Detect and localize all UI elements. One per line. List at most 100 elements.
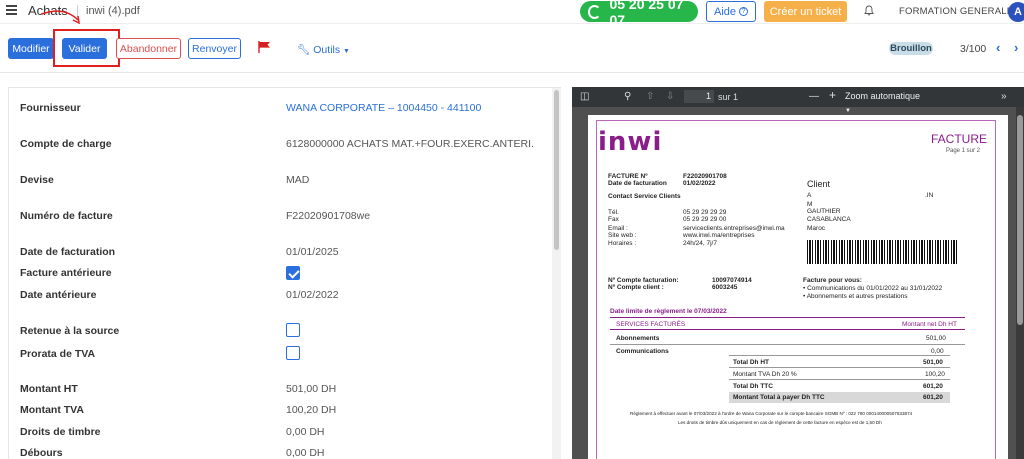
- outils-dropdown[interactable]: 🔧︎ Outils ▼: [297, 43, 350, 56]
- prorata-tva-checkbox[interactable]: [286, 346, 300, 360]
- help-button[interactable]: Aide ?: [706, 1, 756, 22]
- abonnements-value: 501,00: [926, 335, 946, 342]
- create-ticket-button[interactable]: Créer un ticket: [764, 1, 847, 22]
- field-label: Devise: [20, 174, 54, 186]
- fournisseur-link[interactable]: WANA CORPORATE – 1004450 - 441100: [286, 102, 481, 114]
- communications-label: Communications: [616, 348, 669, 355]
- retenue-source-checkbox[interactable]: [286, 323, 300, 337]
- question-circle-icon: ?: [739, 7, 749, 16]
- client-line-a: A: [807, 192, 812, 199]
- date-label: Date de facturation: [608, 180, 667, 187]
- pdf-scrollbar[interactable]: [1016, 107, 1024, 459]
- action-toolbar: Modifier Valider Abandonner Renvoyer 🔧︎ …: [0, 25, 1024, 73]
- tel-value: 05 29 29 29 29: [683, 209, 727, 216]
- field-label: Date antérieure: [20, 289, 97, 301]
- pdf-scrollbar-thumb[interactable]: [1017, 115, 1023, 325]
- abandonner-button[interactable]: Abandonner: [116, 38, 181, 59]
- status-badge: Brouillon: [889, 42, 933, 55]
- payment-footer-line-2: Les droits de timbre dûs uniquement en c…: [678, 420, 882, 425]
- email-value: serviceclients.entreprises@inwi.ma: [683, 225, 785, 232]
- payment-footer-line-1: Règlement à effectuer avant le 07/03/202…: [630, 411, 913, 416]
- zoom-select-label: Zoom automatique: [845, 91, 921, 101]
- zoom-in-icon[interactable]: +: [829, 89, 836, 101]
- user-avatar[interactable]: A: [1008, 2, 1024, 22]
- field-value: 01/02/2022: [286, 289, 339, 301]
- bell-icon[interactable]: [864, 5, 874, 16]
- site-label: Site web :: [608, 232, 637, 239]
- headset-icon: [588, 4, 602, 19]
- field-value: MAD: [286, 174, 310, 186]
- field-label: Fournisseur: [20, 102, 81, 114]
- total-payer-value: 601,20: [923, 394, 943, 401]
- field-label: Date de facturation: [20, 246, 116, 258]
- page-number-input[interactable]: 1: [684, 90, 714, 103]
- valider-button[interactable]: Valider: [62, 38, 107, 59]
- client-country: Maroc: [807, 225, 826, 232]
- gray-divider: [729, 367, 950, 368]
- total-ht-value: 501,00: [923, 359, 943, 366]
- site-value: www.inwi.ma/entreprises: [683, 232, 755, 239]
- company-name[interactable]: FORMATION GENERALE: [899, 6, 1013, 17]
- ttc-label: Total Dh TTC: [733, 383, 773, 390]
- wrench-icon: 🔧︎: [297, 44, 311, 56]
- field-label: Montant HT: [20, 383, 78, 395]
- field-label: Compte de charge: [20, 138, 112, 150]
- next-page-icon[interactable]: ⇩: [666, 92, 674, 102]
- email-label: Email :: [608, 225, 628, 232]
- fax-value: 05 29 29 29 00: [683, 216, 727, 223]
- next-record-icon[interactable]: ›: [1014, 41, 1022, 54]
- support-phone-number: 05 20 25 07 07: [609, 0, 684, 28]
- modifier-button[interactable]: Modifier: [8, 38, 54, 59]
- hours-value: 24h/24, 7j/7: [683, 240, 717, 247]
- support-phone-button[interactable]: 05 20 25 07 07: [580, 0, 698, 28]
- invoice-title: FACTURE: [931, 132, 988, 146]
- zoom-select[interactable]: Zoom automatique ▼: [845, 90, 925, 114]
- pdf-toolbar: ◫ ⚲ ⇧ ⇩ 1 sur 1 — + Zoom automatique ▼ »: [572, 87, 1024, 114]
- annotation-arrow: [41, 10, 80, 25]
- pour-vous-title: Facture pour vous:: [803, 277, 862, 284]
- barcode: [807, 240, 959, 264]
- search-icon[interactable]: ⚲: [624, 92, 631, 102]
- more-tools-icon[interactable]: »: [1001, 92, 1007, 102]
- top-bar: Achats inwi (4).pdf 05 20 25 07 07 Aide …: [0, 0, 1024, 28]
- scrollbar-thumb[interactable]: [554, 90, 559, 250]
- previous-record-icon[interactable]: ‹: [996, 41, 1004, 54]
- previous-page-icon[interactable]: ⇧: [646, 92, 654, 102]
- compte-client: 6003245: [712, 284, 738, 291]
- client-label: Client: [807, 179, 831, 189]
- facture-anterieure-checkbox[interactable]: [286, 266, 300, 280]
- compte-client-label: Nº Compte client :: [608, 284, 664, 291]
- compte-facturation-label: Nº Compte facturation:: [608, 277, 679, 284]
- field-label: Retenue à la source: [20, 325, 120, 337]
- renvoyer-button[interactable]: Renvoyer: [188, 38, 241, 59]
- client-line-m: M: [807, 201, 813, 208]
- client-name: GAUTHIER: [807, 208, 841, 215]
- caret-down-icon: ▼: [343, 48, 350, 55]
- field-label: Droits de timbre: [20, 426, 101, 438]
- inwi-logo: inwi: [598, 127, 663, 157]
- field-value: F22020901708we: [286, 210, 371, 222]
- outils-label: Outils: [313, 44, 341, 56]
- zoom-out-icon[interactable]: —: [809, 92, 819, 102]
- field-value: 6128000000 ACHATS MAT.+FOUR.EXERC.ANTERI…: [286, 138, 534, 150]
- sidebar-toggle-icon[interactable]: ◫: [580, 92, 589, 102]
- tva-label: Montant TVA Dh 20 %: [733, 371, 797, 378]
- field-value: 0,00 DH: [286, 447, 325, 459]
- field-label: Numéro de facture: [20, 210, 113, 222]
- field-label: Débours: [20, 447, 63, 459]
- caret-down-icon: ▼: [845, 108, 851, 114]
- compte-facturation: 10097074914: [712, 277, 752, 284]
- page-total: sur 1: [718, 92, 739, 102]
- flag-icon[interactable]: [258, 41, 271, 53]
- field-value: 501,00 DH: [286, 383, 337, 395]
- document-name: inwi (4).pdf: [86, 5, 140, 17]
- date-limite-reglement: Date limite de règlement le 07/03/2022: [610, 308, 727, 315]
- pdf-page: inwi FACTURE Page 1 sur 2 FACTURE Nº F22…: [588, 115, 1008, 459]
- communications-value: 0,00: [931, 348, 944, 355]
- purple-divider: [610, 329, 965, 330]
- pdf-viewer: ◫ ⚲ ⇧ ⇩ 1 sur 1 — + Zoom automatique ▼ »…: [572, 87, 1024, 459]
- hamburger-menu-icon[interactable]: [6, 5, 17, 15]
- field-label: Prorata de TVA: [20, 348, 96, 360]
- form-scrollbar[interactable]: [552, 88, 561, 459]
- fax-label: Fax: [608, 216, 619, 223]
